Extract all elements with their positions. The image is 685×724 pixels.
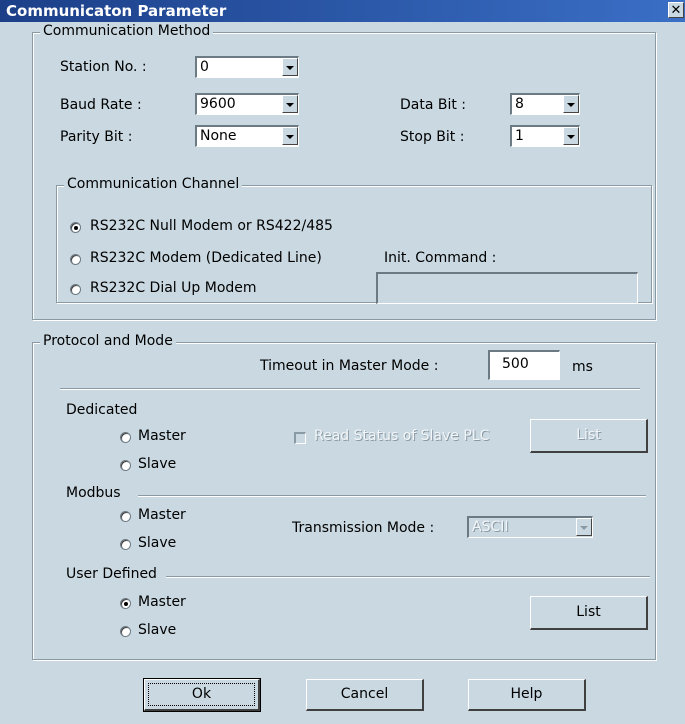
timeout-label: Timeout in Master Mode : (260, 358, 439, 374)
user-defined-slave-label[interactable]: Slave (138, 622, 176, 638)
close-icon[interactable]: ✕ (668, 2, 684, 18)
read-status-checkbox[interactable] (294, 432, 306, 444)
protocol-mode-legend: Protocol and Mode (40, 333, 176, 349)
station-no-label: Station No. : (60, 59, 147, 75)
null-modem-radio[interactable] (70, 222, 81, 233)
timeout-value: 500 (502, 356, 529, 372)
transmission-mode-value: ASCII (472, 519, 509, 535)
null-modem-label[interactable]: RS232C Null Modem or RS422/485 (90, 218, 333, 234)
data-bit-label: Data Bit : (400, 97, 467, 113)
user-defined-list-label: List (576, 604, 601, 620)
dedicated-slave-radio[interactable] (120, 460, 131, 471)
user-defined-slave-radio[interactable] (120, 626, 131, 637)
divider (60, 388, 640, 390)
window-title: Communicaton Parameter (6, 2, 227, 20)
transmission-mode-label: Transmission Mode : (292, 520, 435, 536)
stop-bit-select[interactable]: 1 (510, 125, 580, 147)
modbus-label: Modbus (66, 485, 121, 501)
dedicated-list-button[interactable]: List (530, 419, 648, 453)
dedicated-list-label: List (576, 427, 601, 443)
help-button-label: Help (510, 686, 543, 702)
cancel-button[interactable]: Cancel (306, 679, 424, 711)
chevron-down-icon[interactable] (563, 95, 579, 113)
baud-rate-select[interactable]: 9600 (195, 93, 299, 115)
title-bar: Communicaton Parameter ✕ (0, 0, 685, 22)
modbus-slave-label[interactable]: Slave (138, 535, 176, 551)
chevron-down-icon[interactable] (576, 518, 592, 536)
timeout-input[interactable]: 500 (488, 350, 560, 380)
chevron-down-icon[interactable] (282, 127, 298, 145)
communication-method-legend: Communication Method (40, 23, 214, 39)
dial-up-radio[interactable] (70, 284, 81, 295)
data-bit-select[interactable]: 8 (510, 93, 580, 115)
dedicated-line-label[interactable]: RS232C Modem (Dedicated Line) (90, 250, 322, 266)
dial-up-label[interactable]: RS232C Dial Up Modem (90, 280, 257, 296)
parity-bit-value: None (200, 128, 237, 144)
station-no-select[interactable]: 0 (195, 56, 299, 78)
init-command-label: Init. Command : (384, 250, 497, 266)
dedicated-master-radio[interactable] (120, 432, 131, 443)
chevron-down-icon[interactable] (282, 95, 298, 113)
dedicated-line-radio[interactable] (70, 254, 81, 265)
dedicated-slave-label[interactable]: Slave (138, 456, 176, 472)
user-defined-master-radio[interactable] (120, 598, 131, 609)
transmission-mode-select[interactable]: ASCII (467, 516, 593, 538)
cancel-button-label: Cancel (340, 686, 389, 702)
dedicated-label: Dedicated (66, 402, 138, 418)
baud-rate-label: Baud Rate : (60, 97, 142, 113)
parity-bit-select[interactable]: None (195, 125, 299, 147)
stop-bit-label: Stop Bit : (400, 129, 465, 145)
timeout-unit: ms (572, 359, 593, 375)
station-no-value: 0 (200, 59, 209, 75)
modbus-master-radio[interactable] (120, 511, 131, 522)
help-button[interactable]: Help (468, 679, 586, 711)
communication-channel-legend: Communication Channel (64, 176, 243, 192)
ok-button-label: Ok (191, 686, 212, 702)
stop-bit-value: 1 (515, 128, 524, 144)
ok-button[interactable]: Ok (143, 678, 261, 712)
parity-bit-label: Parity Bit : (60, 129, 133, 145)
divider (166, 576, 650, 578)
user-defined-list-button[interactable]: List (530, 596, 648, 630)
chevron-down-icon[interactable] (563, 127, 579, 145)
modbus-master-label[interactable]: Master (138, 507, 186, 523)
user-defined-master-label[interactable]: Master (138, 594, 186, 610)
init-command-input[interactable] (376, 272, 638, 304)
modbus-slave-radio[interactable] (120, 539, 131, 550)
communication-parameter-dialog: Communication Method Station No. : 0 Bau… (0, 22, 685, 724)
divider (138, 495, 646, 497)
dedicated-master-label[interactable]: Master (138, 428, 186, 444)
chevron-down-icon[interactable] (282, 58, 298, 76)
user-defined-label: User Defined (66, 566, 157, 582)
read-status-label[interactable]: Read Status of Slave PLC (314, 428, 489, 444)
data-bit-value: 8 (515, 96, 524, 112)
baud-rate-value: 9600 (200, 96, 236, 112)
